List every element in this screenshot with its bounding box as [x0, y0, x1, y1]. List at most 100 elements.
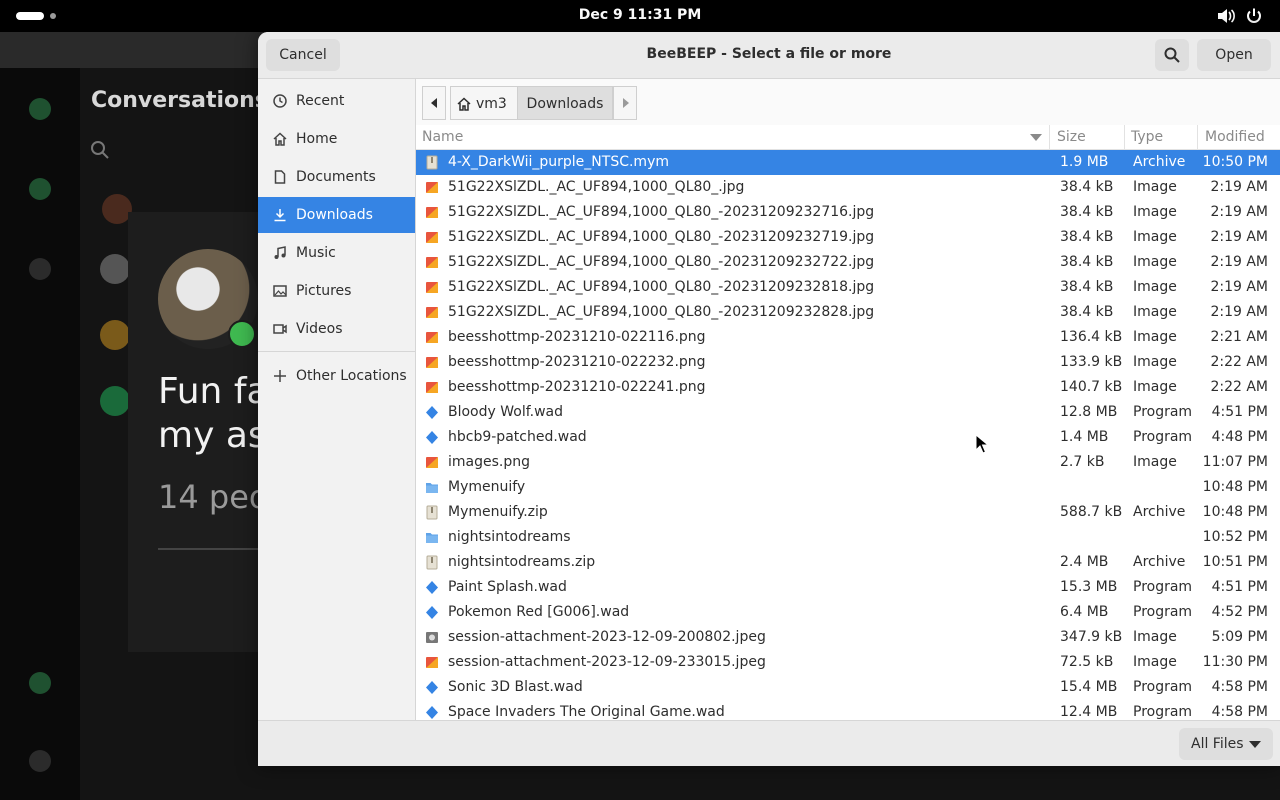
column-modified[interactable]: Modified	[1205, 129, 1265, 145]
chevron-left-icon	[431, 98, 437, 108]
file-row[interactable]: 51G22XSlZDL._AC_UF894,1000_QL80_-2023120…	[416, 300, 1280, 325]
path-segment-downloads[interactable]: Downloads	[517, 86, 613, 120]
file-name: beesshottmp-20231210-022232.png	[448, 354, 706, 370]
file-modified: 10:52 PM	[1202, 529, 1268, 545]
file-row[interactable]: session-attachment-2023-12-09-200802.jpe…	[416, 625, 1280, 650]
file-modified: 4:58 PM	[1211, 704, 1268, 720]
file-row[interactable]: 51G22XSlZDL._AC_UF894,1000_QL80_-2023120…	[416, 250, 1280, 275]
file-row[interactable]: nightsintodreams 10:52 PM	[416, 525, 1280, 550]
path-segment-home[interactable]: vm3	[450, 86, 518, 120]
file-name: session-attachment-2023-12-09-233015.jpe…	[448, 654, 766, 670]
file-row[interactable]: 4-X_DarkWii_purple_NTSC.mym 1.9 MB Archive…	[416, 150, 1280, 175]
search-icon	[91, 141, 109, 159]
path-back-button[interactable]	[422, 86, 446, 120]
music-icon	[274, 246, 286, 259]
image-file-icon	[426, 357, 438, 368]
file-size: 588.7 kB	[1060, 504, 1123, 520]
file-size: 38.4 kB	[1060, 304, 1114, 320]
column-name[interactable]: Name	[422, 129, 463, 145]
column-divider	[1049, 125, 1050, 149]
file-size: 72.5 kB	[1060, 654, 1114, 670]
file-type: Image	[1133, 229, 1177, 245]
file-type: Image	[1133, 279, 1177, 295]
sidebar-item-other-locations[interactable]: Other Locations	[258, 358, 415, 394]
volume-icon[interactable]	[1216, 7, 1236, 25]
sidebar-item-home[interactable]: Home	[258, 121, 415, 157]
file-row[interactable]: 51G22XSlZDL._AC_UF894,1000_QL80_.jpg 38.4…	[416, 175, 1280, 200]
file-name: beesshottmp-20231210-022241.png	[448, 379, 706, 395]
file-size: 2.4 MB	[1060, 554, 1109, 570]
clock[interactable]: Dec 9 11:31 PM	[0, 7, 1280, 23]
file-name: 51G22XSlZDL._AC_UF894,1000_QL80_-2023120…	[448, 279, 875, 295]
file-row[interactable]: Mymenuify.zip 588.7 kB Archive 10:48 PM	[416, 500, 1280, 525]
file-row[interactable]: Mymenuify 10:48 PM	[416, 475, 1280, 500]
file-row[interactable]: Pokemon Red [G006].wad 6.4 MB Program 4:52 …	[416, 600, 1280, 625]
file-row[interactable]: nightsintodreams.zip 2.4 MB Archive 10:51 P…	[416, 550, 1280, 575]
people-count: 14 peo	[158, 478, 269, 516]
home-icon	[457, 97, 471, 111]
file-size: 1.4 MB	[1060, 429, 1109, 445]
file-name: Mymenuify.zip	[448, 504, 548, 520]
file-size: 38.4 kB	[1060, 229, 1114, 245]
power-icon[interactable]	[1245, 7, 1263, 25]
file-size: 133.9 kB	[1060, 354, 1123, 370]
file-type: Image	[1133, 654, 1177, 670]
open-button[interactable]: Open	[1197, 39, 1271, 71]
file-row[interactable]: 51G22XSlZDL._AC_UF894,1000_QL80_-2023120…	[416, 275, 1280, 300]
sidebar-separator	[258, 351, 415, 352]
file-name: nightsintodreams	[448, 529, 571, 545]
picture-icon	[273, 285, 287, 297]
sidebar-item-documents[interactable]: Documents	[258, 159, 415, 195]
file-row[interactable]: beesshottmp-20231210-022241.png 140.7 kB I…	[416, 375, 1280, 400]
file-name: 51G22XSlZDL._AC_UF894,1000_QL80_.jpg	[448, 179, 745, 195]
file-list[interactable]: Name Size Type Modified 4-X_DarkWii_purp…	[416, 125, 1280, 720]
sidebar-item-videos[interactable]: Videos	[258, 311, 415, 347]
image-file-icon	[426, 207, 438, 218]
path-forward-button[interactable]	[613, 86, 637, 120]
dialog-title: BeeBEEP - Select a file or more	[646, 46, 892, 62]
file-modified: 2:19 AM	[1210, 279, 1268, 295]
file-row[interactable]: hbcb9-patched.wad 1.4 MB Program 4:48 PM	[416, 425, 1280, 450]
column-size[interactable]: Size	[1057, 129, 1086, 145]
file-type: Program	[1133, 704, 1193, 720]
file-size: 38.4 kB	[1060, 204, 1114, 220]
file-size: 15.4 MB	[1060, 679, 1118, 695]
file-row[interactable]: beesshottmp-20231210-022116.png 136.4 kB I…	[416, 325, 1280, 350]
file-filter-dropdown[interactable]: All Files	[1179, 728, 1273, 760]
file-name: beesshottmp-20231210-022116.png	[448, 329, 706, 345]
sidebar-item-downloads[interactable]: Downloads	[258, 197, 415, 233]
search-icon	[1164, 47, 1180, 63]
file-type: Image	[1133, 454, 1177, 470]
search-button[interactable]	[1155, 39, 1189, 71]
file-row[interactable]: Sonic 3D Blast.wad 15.4 MB Program 4:58 PM	[416, 675, 1280, 700]
image-file-icon	[426, 232, 438, 243]
video-icon	[273, 324, 287, 334]
file-row[interactable]: Space Invaders The Original Game.wad 12.4…	[416, 700, 1280, 720]
file-modified: 11:30 PM	[1202, 654, 1268, 670]
file-size: 38.4 kB	[1060, 279, 1114, 295]
column-type[interactable]: Type	[1131, 129, 1163, 145]
file-row[interactable]: 51G22XSlZDL._AC_UF894,1000_QL80_-2023120…	[416, 200, 1280, 225]
sidebar-item-recent[interactable]: Recent	[258, 83, 415, 119]
sidebar-item-pictures[interactable]: Pictures	[258, 273, 415, 309]
file-size: 15.3 MB	[1060, 579, 1118, 595]
file-modified: 2:19 AM	[1210, 204, 1268, 220]
file-row[interactable]: images.png 2.7 kB Image 11:07 PM	[416, 450, 1280, 475]
file-row[interactable]: 51G22XSlZDL._AC_UF894,1000_QL80_-2023120…	[416, 225, 1280, 250]
plus-icon	[274, 370, 286, 382]
folder-icon	[426, 533, 438, 543]
file-row[interactable]: session-attachment-2023-12-09-233015.jpe…	[416, 650, 1280, 675]
file-row[interactable]: Bloody Wolf.wad 12.8 MB Program 4:51 PM	[416, 400, 1280, 425]
file-type: Image	[1133, 179, 1177, 195]
file-type: Program	[1133, 404, 1193, 420]
file-type: Image	[1133, 329, 1177, 345]
file-type: Archive	[1133, 504, 1186, 520]
online-indicator	[228, 320, 256, 348]
program-icon	[426, 706, 438, 719]
file-row[interactable]: beesshottmp-20231210-022232.png 133.9 kB I…	[416, 350, 1280, 375]
sidebar-item-music[interactable]: Music	[258, 235, 415, 271]
file-row[interactable]: Paint Splash.wad 15.3 MB Program 4:51 PM	[416, 575, 1280, 600]
file-size: 1.9 MB	[1060, 154, 1109, 170]
sort-caret-icon	[1030, 134, 1042, 141]
top-bar: Dec 9 11:31 PM	[0, 0, 1280, 32]
